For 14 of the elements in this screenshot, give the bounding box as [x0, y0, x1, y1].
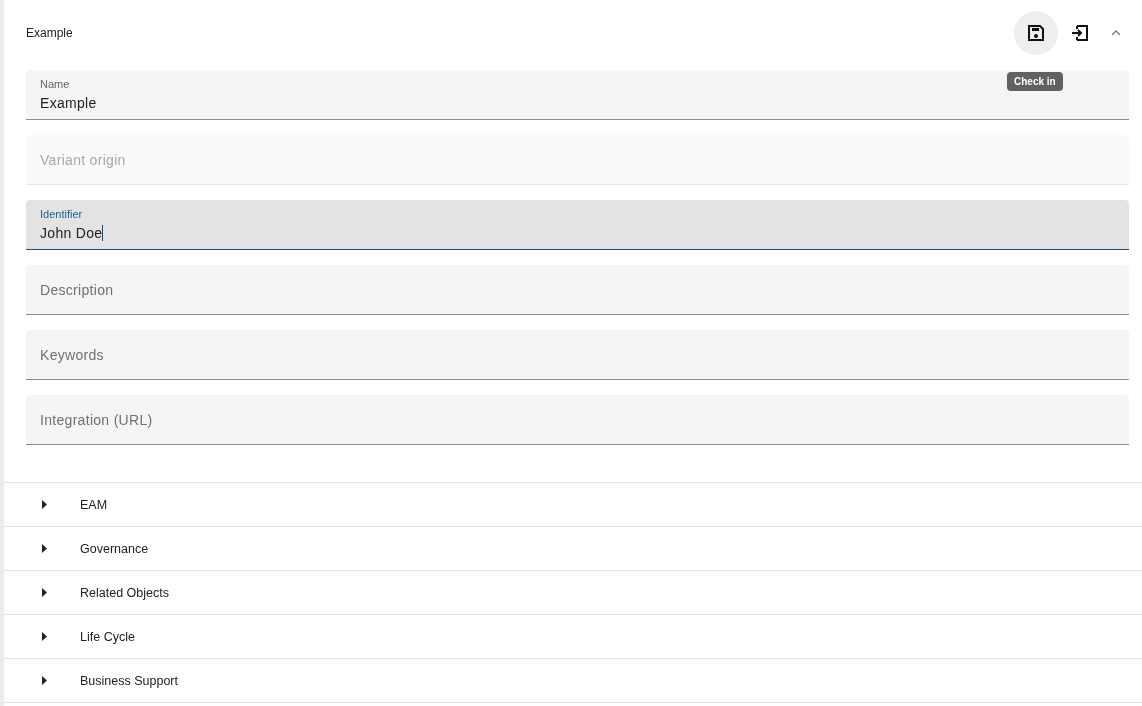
text-field[interactable]: Identifier John Doe — [26, 200, 1129, 250]
tooltip: Check in — [1007, 72, 1063, 91]
save-button[interactable] — [1014, 11, 1058, 55]
section-header[interactable]: Business Support — [4, 659, 1142, 703]
text-field[interactable]: Integration (URL) — [26, 395, 1129, 445]
chevron-up-icon — [1111, 30, 1121, 36]
section-header[interactable]: Related Objects — [4, 571, 1142, 615]
text-field[interactable]: Description — [26, 265, 1129, 315]
section-header[interactable]: Governance — [4, 527, 1142, 571]
section-header[interactable]: EAM — [4, 483, 1142, 527]
enter-icon — [1071, 24, 1089, 42]
panel-title: Example — [26, 26, 73, 40]
section-header[interactable]: Life Cycle — [4, 615, 1142, 659]
text-field[interactable]: Keywords — [26, 330, 1129, 380]
